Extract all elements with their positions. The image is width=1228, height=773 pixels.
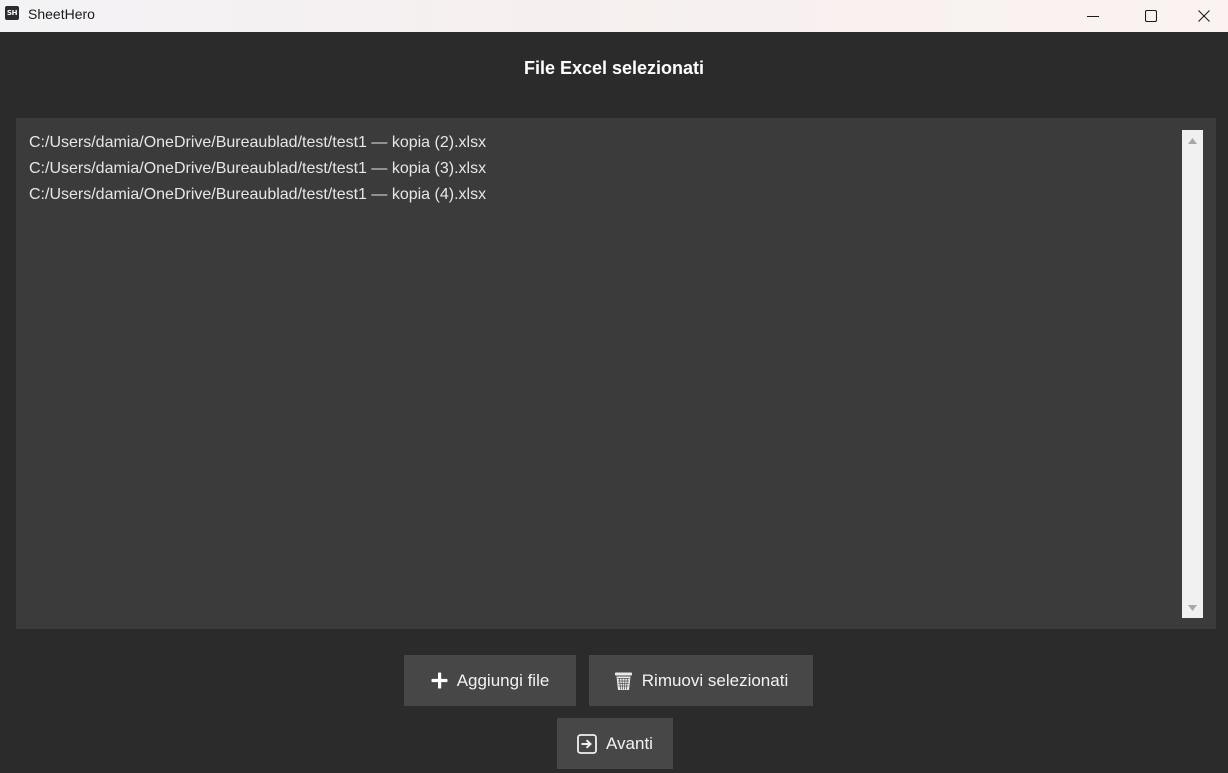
window-title: SheetHero <box>28 6 95 22</box>
triangle-up-icon <box>1188 137 1197 144</box>
maximize-icon <box>1145 10 1157 22</box>
arrow-right-box-icon <box>577 733 597 754</box>
vertical-scrollbar[interactable] <box>1182 130 1203 618</box>
next-button[interactable]: Avanti <box>557 718 673 769</box>
page-title: File Excel selezionati <box>523 58 705 78</box>
app-icon: SH <box>5 6 19 20</box>
triangle-down-icon <box>1188 604 1197 611</box>
remove-selected-label: Rimuovi selezionati <box>641 670 789 690</box>
minimize-icon <box>1087 16 1099 17</box>
maximize-button[interactable] <box>1122 0 1180 32</box>
add-file-button[interactable]: Aggiungi file <box>404 655 576 706</box>
plus-icon <box>431 672 448 689</box>
close-button[interactable] <box>1180 0 1228 32</box>
file-list-item[interactable]: C:/Users/damia/OneDrive/Bureaublad/test/… <box>29 186 486 204</box>
wastebasket-icon <box>614 671 633 691</box>
title-bar: SH SheetHero <box>0 0 1228 32</box>
remove-selected-button[interactable]: Rimuovi selezionati <box>589 655 813 706</box>
close-icon <box>1198 10 1210 22</box>
minimize-button[interactable] <box>1064 0 1122 32</box>
next-label: Avanti <box>606 733 653 753</box>
add-file-label: Aggiungi file <box>456 670 550 690</box>
scroll-down-button[interactable] <box>1182 599 1203 616</box>
file-list-item[interactable]: C:/Users/damia/OneDrive/Bureaublad/test/… <box>29 134 486 152</box>
file-list-item[interactable]: C:/Users/damia/OneDrive/Bureaublad/test/… <box>29 160 486 178</box>
file-list[interactable]: C:/Users/damia/OneDrive/Bureaublad/test/… <box>16 118 1216 629</box>
scroll-up-button[interactable] <box>1182 132 1203 149</box>
